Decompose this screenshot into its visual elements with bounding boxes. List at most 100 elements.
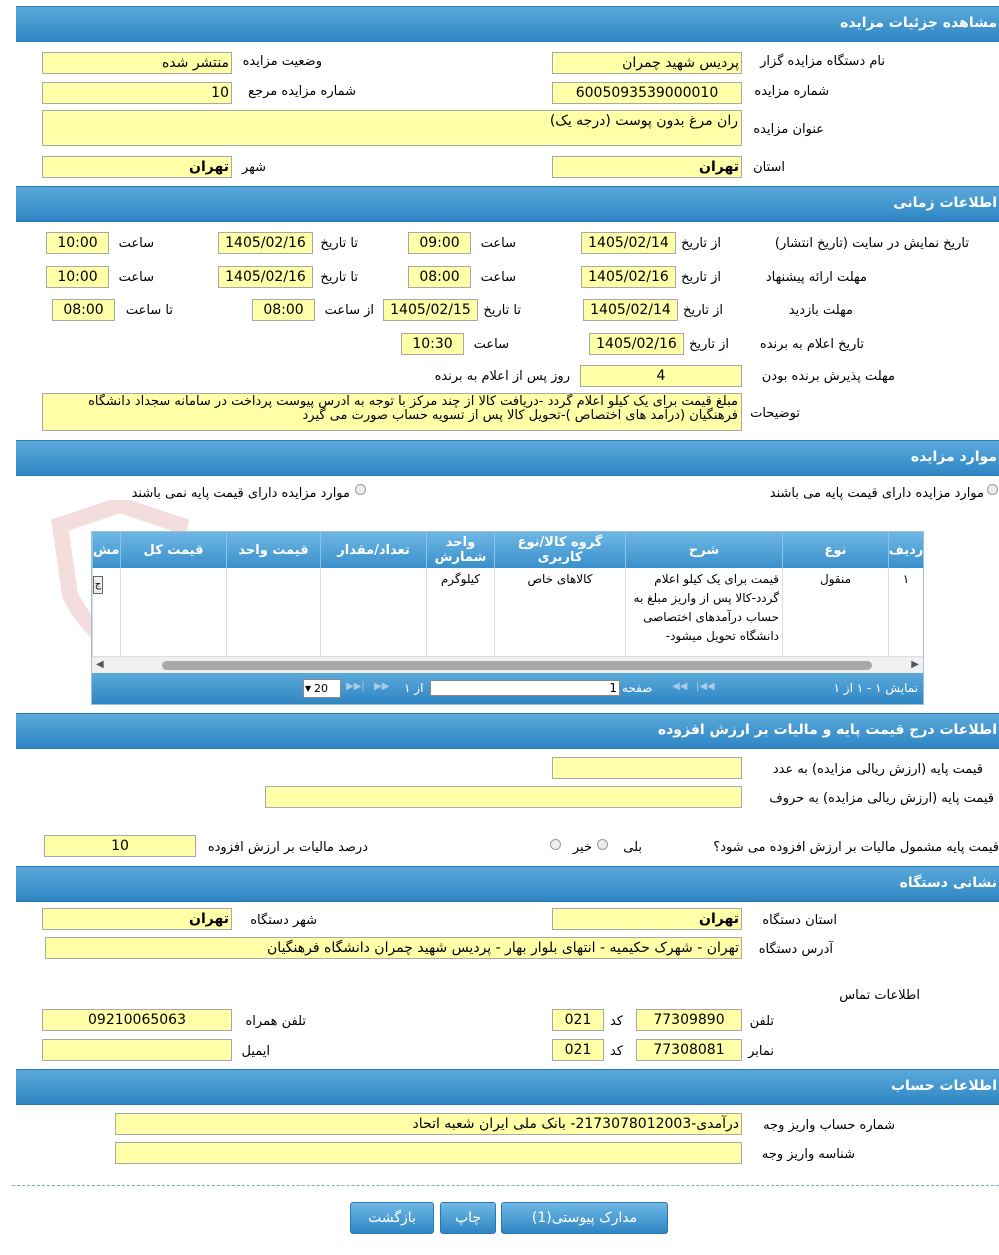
offer-from-label: از تاریخ — [681, 270, 721, 285]
page-size-value: 20 — [314, 682, 328, 695]
radio-without-base-price-label: موارد مزایده دارای قیمت پایه نمی باشند — [131, 486, 350, 501]
cell-total — [120, 568, 226, 656]
chevron-down-icon: ▼ — [305, 684, 312, 693]
fax-code-label: کد — [609, 1044, 623, 1059]
deposit-id-label: شناسه واریز وجه — [761, 1147, 855, 1162]
publish-time-label: ساعت — [480, 236, 516, 251]
cell-row: ۱ — [888, 568, 923, 656]
province-field: تهران — [552, 156, 742, 178]
fax-field: 77308081 — [636, 1039, 742, 1061]
phone-label: تلفن — [749, 1014, 774, 1029]
section-title: اطلاعات زمانی — [893, 195, 997, 211]
cell-unitprice — [226, 568, 320, 656]
subject-label: عنوان مزایده — [753, 122, 824, 137]
vat-yes-radio[interactable] — [597, 839, 608, 850]
contact-info-label: اطلاعات تماس — [839, 988, 920, 1003]
org-address-field: تهران - شهرک حکیمیه - انتهای بلوار بهار … — [45, 937, 742, 959]
vat-percent-label: درصد مالیات بر ارزش افزوده — [207, 840, 368, 855]
col-desc[interactable]: شرح — [625, 532, 782, 568]
org-address-label: آدرس دستگاه — [758, 942, 833, 957]
visit-totime-field: 08:00 — [52, 299, 115, 321]
section-title: نشانی دستگاه — [899, 875, 997, 891]
ref-number-field: 10 — [42, 82, 232, 104]
cell-type: منقول — [782, 568, 888, 656]
last-page-icon[interactable]: ▶▶| — [346, 681, 365, 692]
phone-field: 77309890 — [636, 1009, 742, 1031]
col-group[interactable]: گروه کالا/نوع کاربری — [494, 532, 625, 568]
section-title: اطلاعات حساب — [890, 1078, 997, 1094]
col-type[interactable]: نوع — [782, 532, 888, 568]
offer-label: مهلت ارائه پیشنهاد — [765, 270, 867, 285]
print-button[interactable]: چاپ — [440, 1202, 496, 1234]
accept-label: مهلت پذیرش برنده بودن — [761, 369, 895, 384]
section-header-items: موارد مزایده — [16, 440, 999, 476]
account-field: درآمدی-2173078012003- بانک ملی ایران شعب… — [115, 1113, 742, 1135]
visit-from-field: 1405/02/14 — [583, 299, 678, 321]
accept-days-field: 4 — [580, 365, 742, 387]
col-row[interactable]: ردیف — [888, 532, 923, 568]
org-city-label: شهر دستگاه — [250, 913, 317, 928]
org-province-field: تهران — [552, 908, 742, 930]
page-of-label: از ۱ — [404, 681, 424, 695]
number-label: شماره مزایده — [754, 84, 829, 99]
page-label: صفحه — [622, 681, 653, 695]
email-label: ایمیل — [241, 1044, 270, 1059]
prev-page-icon[interactable]: ◀◀ — [672, 681, 687, 692]
col-total[interactable]: قیمت کل — [120, 532, 226, 568]
col-qty[interactable]: تعداد/مقدار — [320, 532, 426, 568]
section-header-price: اطلاعات درج قیمت پایه و مالیات بر ارزش ا… — [16, 713, 999, 749]
org-province-label: استان دستگاه — [762, 913, 837, 928]
publish-to-field: 1405/02/16 — [218, 232, 313, 254]
base-price-num-field — [552, 757, 742, 779]
offer-totime-label: ساعت — [118, 270, 154, 285]
announce-from-label: از تاریخ — [689, 337, 729, 352]
publish-from-field: 1405/02/14 — [581, 232, 676, 254]
section-header-address: نشانی دستگاه — [16, 866, 999, 902]
number-field: 6005093539000010 — [552, 82, 742, 104]
scroll-right-icon[interactable]: ▶ — [911, 659, 919, 670]
status-field: منتشر شده — [42, 52, 232, 74]
description-label: توضیحات — [750, 406, 800, 421]
status-label: وضعیت مزایده — [242, 54, 322, 69]
page-input[interactable]: 1 — [430, 680, 620, 696]
phone-code-label: کد — [609, 1014, 623, 1029]
radio-with-base-price[interactable] — [987, 484, 998, 495]
vat-yes-label: بلی — [623, 840, 642, 855]
org-city-field: تهران — [42, 908, 232, 930]
attachments-button[interactable]: مدارک پیوستی(1) — [501, 1202, 668, 1234]
col-more[interactable]: مش — [92, 532, 120, 568]
section-header-account: اطلاعات حساب — [16, 1069, 999, 1105]
accept-suffix-label: روز پس از اعلام به برنده — [434, 369, 570, 384]
announce-label: تاریخ اعلام به برنده — [759, 337, 864, 352]
offer-totime-field: 10:00 — [46, 266, 109, 288]
back-button[interactable]: بازگشت — [350, 1202, 434, 1234]
city-field: تهران — [42, 156, 232, 178]
radio-without-base-price[interactable] — [355, 484, 366, 495]
first-page-icon[interactable]: |◀◀ — [696, 681, 715, 692]
offer-time-label: ساعت — [480, 270, 516, 285]
ref-number-label: شماره مزایده مرجع — [248, 84, 356, 99]
offer-time-field: 08:00 — [408, 266, 471, 288]
horizontal-scrollbar[interactable]: ◀ ▶ — [92, 656, 923, 674]
base-price-text-label: قیمت پایه (ارزش ریالی مزایده) به حروف — [769, 791, 994, 806]
visit-fromtime-label: از ساعت — [324, 303, 374, 318]
col-unitprice[interactable]: قیمت واحد — [226, 532, 320, 568]
deposit-id-field — [115, 1142, 742, 1164]
visit-to-field: 1405/02/15 — [383, 299, 478, 321]
mobile-label: تلفن همراه — [245, 1014, 307, 1029]
base-price-text-field — [265, 786, 742, 808]
page-size-select[interactable]: 20 ▼ — [303, 679, 341, 698]
fax-code-field: 021 — [552, 1039, 604, 1061]
cell-qty — [320, 568, 426, 656]
divider — [12, 1185, 999, 1186]
base-price-num-label: قیمت پایه (ارزش ریالی مزایده) به عدد — [772, 762, 983, 777]
col-unit[interactable]: واحد شمارش — [426, 532, 494, 568]
cell-group: کالاهای خاص — [494, 568, 625, 656]
publish-to-label: تا تاریخ — [320, 236, 358, 251]
scrollbar-thumb[interactable] — [162, 661, 872, 670]
next-page-icon[interactable]: ▶▶ — [374, 681, 389, 692]
scroll-left-icon[interactable]: ◀ — [96, 659, 104, 670]
vat-no-radio[interactable] — [550, 839, 561, 850]
description-field: مبلغ قیمت برای یک کیلو اعلام گردد -دریاف… — [42, 393, 742, 431]
row-action-button[interactable]: ج — [93, 576, 103, 594]
